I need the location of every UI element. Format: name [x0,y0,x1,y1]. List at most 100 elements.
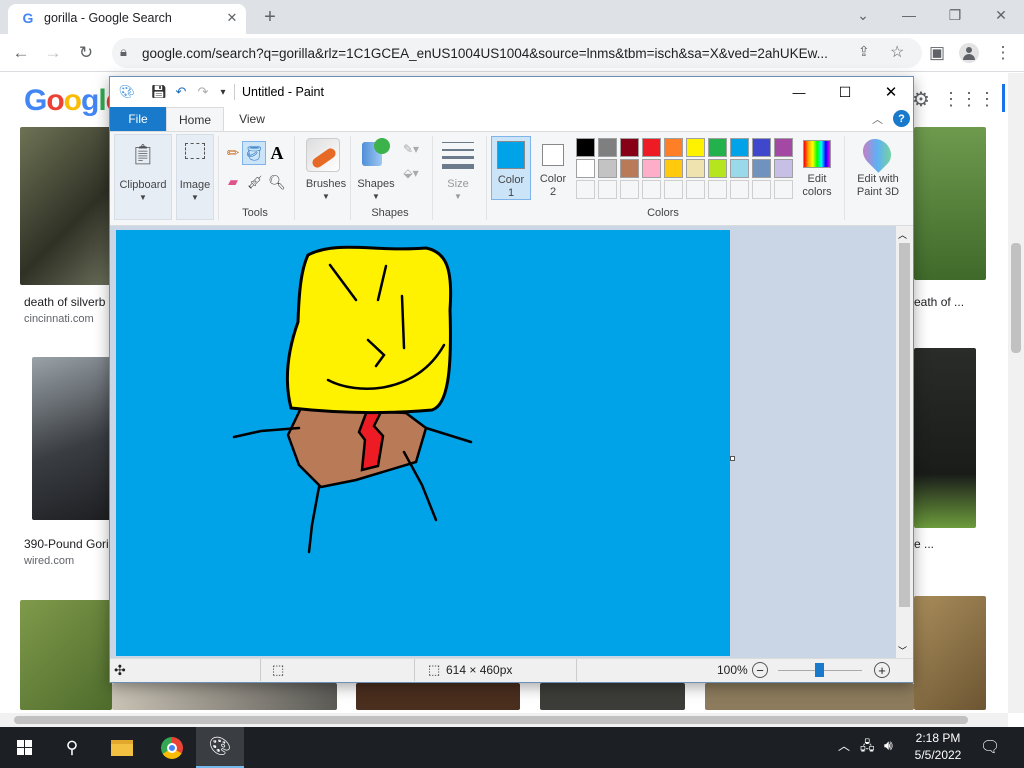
side-panel-icon[interactable]: ▣ [924,40,950,66]
back-icon[interactable]: ← [8,40,34,66]
result-image[interactable] [914,596,986,710]
color1-button[interactable]: Color 1 [491,136,531,200]
page-vertical-scrollbar[interactable] [1008,73,1024,713]
result-image[interactable] [32,357,112,520]
result-image[interactable] [356,683,520,710]
tab-home[interactable]: Home [166,107,224,131]
custom-color-slot[interactable] [730,180,749,199]
result-image[interactable] [705,683,914,710]
palette-swatch[interactable] [686,159,705,178]
palette-swatch[interactable] [686,138,705,157]
color-picker-icon[interactable]: 💉︎ [244,172,266,192]
zoom-slider-thumb[interactable] [815,663,824,677]
page-scroll-thumb[interactable] [1011,243,1021,353]
palette-swatch[interactable] [774,138,793,157]
palette-swatch[interactable] [752,138,771,157]
fill-icon[interactable]: ⬙▾ [400,164,422,182]
palette-swatch[interactable] [730,159,749,178]
reload-icon[interactable]: ↻ [73,40,99,66]
close-tab-icon[interactable]: ✕ [222,8,242,28]
palette-swatch[interactable] [708,159,727,178]
forward-icon[interactable]: → [40,40,66,66]
minimize-button[interactable]: — [894,4,924,26]
result-image[interactable] [914,348,976,528]
paint-app-icon[interactable]: 🎨︎ [118,83,136,101]
address-bar[interactable]: 🔒︎ google.com/search?q=gorilla&rlz=1C1GC… [112,38,922,68]
tab-view[interactable]: View [230,107,274,131]
windows-start-icon[interactable] [0,727,48,768]
edit-colors-button[interactable]: Edit colors [796,136,840,200]
page-hscroll-thumb[interactable] [14,716,968,724]
palette-swatch[interactable] [774,159,793,178]
eraser-icon[interactable]: ▰ [222,172,244,192]
file-explorer-icon[interactable] [98,727,146,768]
volume-icon[interactable]: 🔊︎ [884,737,893,754]
paint-close-button[interactable]: ✕ [878,81,904,103]
custom-color-slot[interactable] [708,180,727,199]
clipboard-button[interactable]: 📋︎ Clipboard ▼ [114,134,172,220]
result-image[interactable] [914,127,986,280]
search-icon[interactable]: ⚲ [48,727,96,768]
result-image[interactable] [20,600,112,710]
customize-qat-icon[interactable]: ▾ [214,83,232,101]
file-menu[interactable]: File [110,107,166,131]
palette-swatch[interactable] [642,138,661,157]
palette-swatch[interactable] [598,138,617,157]
paint-taskbar-icon[interactable]: 🎨︎ [196,727,244,768]
result-source[interactable]: cincinnati.com [24,313,94,325]
google-logo[interactable]: Google [24,84,122,118]
show-hidden-icons[interactable]: ︿ [838,737,850,754]
canvas-resize-handle[interactable] [730,456,735,461]
browser-tab[interactable]: G gorilla - Google Search ✕ [8,4,246,34]
custom-color-slot[interactable] [664,180,683,199]
restore-button[interactable]: ❐ [940,4,970,26]
zoom-out-icon[interactable]: − [752,662,768,678]
result-title[interactable]: 390-Pound Gori [24,537,109,551]
result-image[interactable] [540,683,685,710]
custom-color-slot[interactable] [752,180,771,199]
palette-swatch[interactable] [664,138,683,157]
bookmark-star-icon[interactable]: ☆ [890,42,904,62]
result-title[interactable]: e ... [914,537,934,551]
chrome-icon[interactable] [148,727,196,768]
result-image[interactable] [20,127,112,285]
size-button[interactable]: Size ▼ [438,136,478,202]
palette-swatch[interactable] [642,159,661,178]
result-source[interactable]: wired.com [24,555,74,567]
share-icon[interactable]: ⇪ [858,43,870,60]
zoom-in-icon[interactable]: + [874,662,890,678]
profile-avatar-icon[interactable] [956,40,982,66]
text-tool-icon[interactable]: A [266,142,288,164]
collapse-ribbon-icon[interactable]: ︿ [872,111,883,127]
result-title[interactable]: death of silverb [24,295,105,309]
menu-dots-icon[interactable]: ⋮ [990,40,1016,66]
magnifier-icon[interactable]: 🔍︎ [266,172,288,192]
palette-swatch[interactable] [598,159,617,178]
edit-with-paint3d-button[interactable]: Edit with Paint 3D [846,133,910,200]
palette-swatch[interactable] [576,138,595,157]
palette-swatch[interactable] [708,138,727,157]
custom-color-slot[interactable] [686,180,705,199]
undo-icon[interactable]: ↶ [172,83,190,101]
notifications-icon[interactable]: 🗨︎ [980,737,1000,757]
custom-color-slot[interactable] [620,180,639,199]
palette-swatch[interactable] [620,159,639,178]
custom-color-slot[interactable] [642,180,661,199]
network-icon[interactable]: 🖧︎ [860,737,875,759]
redo-icon[interactable]: ↷ [194,83,212,101]
palette-swatch[interactable] [664,159,683,178]
pencil-icon[interactable]: ✏ [222,142,244,164]
custom-color-slot[interactable] [598,180,617,199]
paint-maximize-button[interactable]: ☐ [832,81,858,103]
image-button[interactable]: Image ▼ [176,134,214,220]
shapes-button[interactable]: Shapes ▼ [354,134,398,202]
palette-swatch[interactable] [576,159,595,178]
tab-search-icon[interactable]: ⌄ [848,4,878,26]
close-window-button[interactable]: ✕ [986,4,1016,26]
palette-swatch[interactable] [730,138,749,157]
result-image[interactable] [112,683,337,710]
new-tab-button[interactable]: + [258,6,282,28]
canvas-scroll-thumb[interactable] [899,243,910,607]
custom-color-slot[interactable] [774,180,793,199]
outline-icon[interactable]: ✎▾ [400,140,422,158]
